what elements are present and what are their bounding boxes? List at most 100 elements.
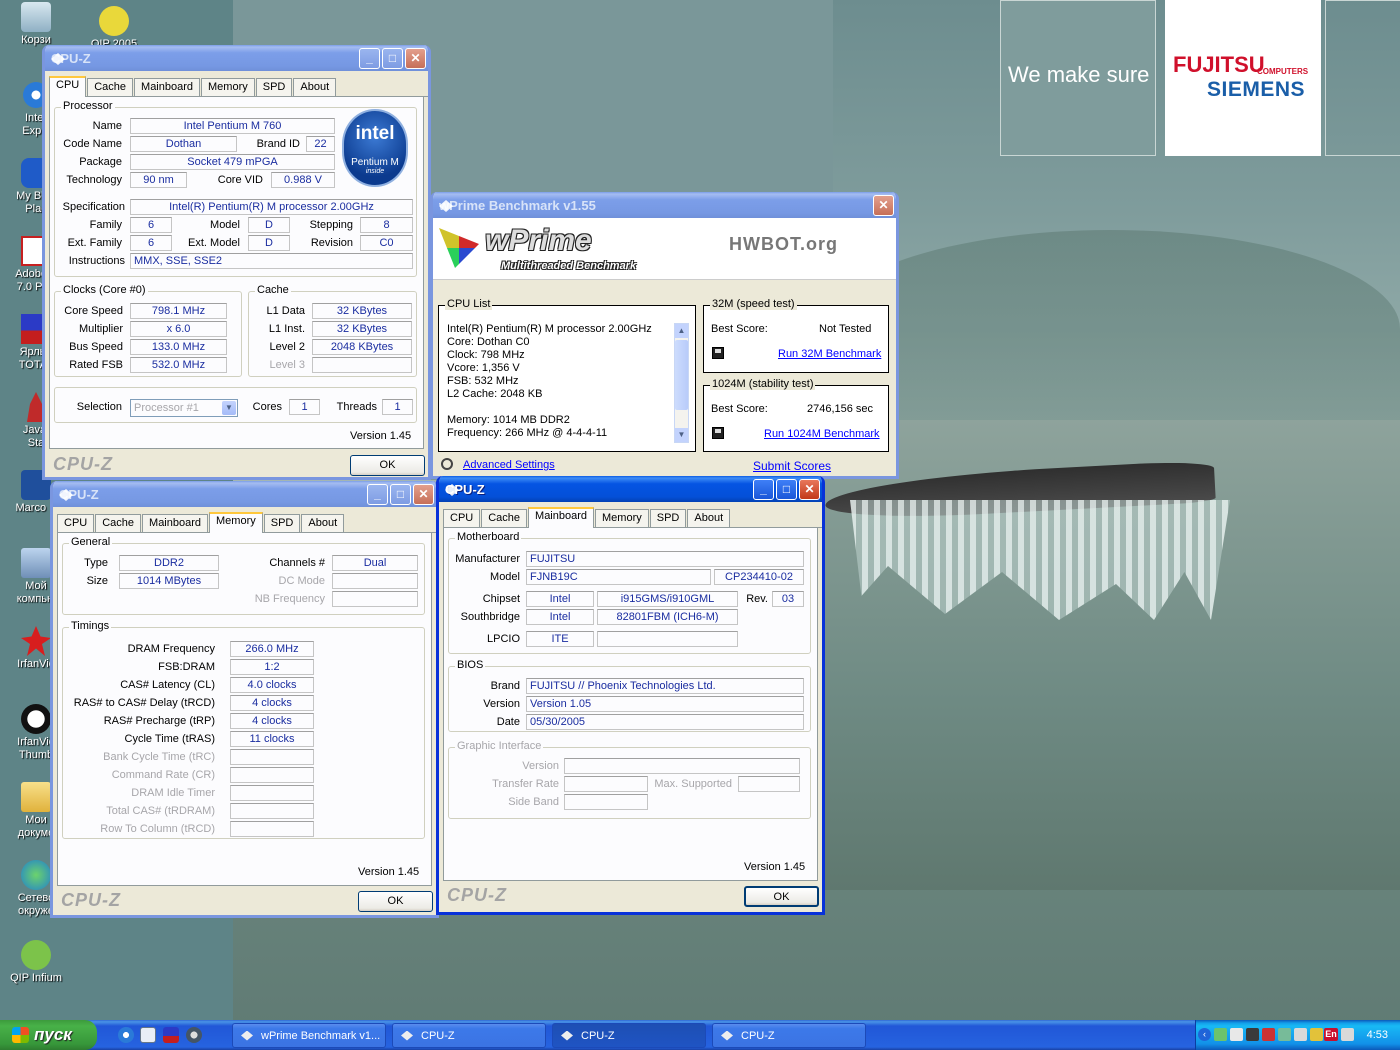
tray-expand-icon[interactable]: ‹: [1198, 1028, 1211, 1041]
minimize-button[interactable]: _: [367, 483, 388, 505]
lpcio-vendor-value: ITE: [526, 631, 594, 647]
run-32m-link[interactable]: Run 32M Benchmark: [778, 348, 881, 360]
language-indicator[interactable]: En: [1324, 1028, 1338, 1041]
tab-memory[interactable]: Memory: [595, 509, 649, 527]
tab-cache[interactable]: Cache: [87, 78, 134, 96]
tab-memory[interactable]: Memory: [201, 78, 255, 96]
close-button[interactable]: ✕: [873, 194, 894, 216]
level-3-value: [312, 357, 412, 373]
tab-about[interactable]: About: [301, 514, 345, 532]
title-bar[interactable]: CPU-Z _ □ ✕: [439, 476, 822, 502]
tab-spd[interactable]: SPD: [649, 509, 687, 527]
tab-cpu[interactable]: CPU: [49, 76, 87, 97]
tray-app-icon[interactable]: [1214, 1028, 1227, 1041]
l1-inst-label: L1 Inst.: [268, 323, 305, 335]
tray-app-icon[interactable]: [1294, 1028, 1307, 1041]
group-legend: Clocks (Core #0): [61, 284, 148, 296]
scroll-down-icon[interactable]: ▼: [675, 428, 688, 442]
rated-fsb-value: 532.0 MHz: [130, 357, 227, 373]
tray-app-icon[interactable]: [1262, 1028, 1275, 1041]
close-button[interactable]: ✕: [413, 483, 434, 505]
ok-button[interactable]: OK: [350, 455, 425, 476]
maximize-button[interactable]: □: [776, 478, 797, 500]
stability-test-group: 1024M (stability test): [703, 378, 889, 452]
floppy-save-icon[interactable]: [712, 427, 724, 439]
cpu-list-line: [447, 401, 672, 414]
tab-mainboard[interactable]: Mainboard: [142, 514, 209, 532]
tab-spd[interactable]: SPD: [263, 514, 301, 532]
ok-button[interactable]: OK: [358, 891, 433, 912]
speed-test-group: 32M (speed test): [703, 298, 889, 373]
advanced-settings-link[interactable]: Advanced Settings: [463, 459, 555, 471]
tab-about[interactable]: About: [293, 78, 337, 96]
cpuz-cpu-window: CPU-Z _ □ ✕ CPU Cache Mainboard Memory S…: [42, 45, 431, 480]
instructions-label: Instructions: [68, 255, 125, 267]
hwbot-logo[interactable]: HWBOT.org: [729, 234, 838, 255]
timing-value: [230, 803, 314, 819]
timing-label: Command Rate (CR): [111, 769, 215, 781]
start-button[interactable]: пуск: [0, 1020, 97, 1050]
minimize-button[interactable]: _: [359, 47, 380, 69]
tab-cache[interactable]: Cache: [481, 509, 528, 527]
timing-value: 11 clocks: [230, 731, 314, 747]
clock[interactable]: 4:53: [1367, 1029, 1388, 1041]
maximize-button[interactable]: □: [382, 47, 403, 69]
cpu-list-text[interactable]: Intel(R) Pentium(R) M processor 2.00GHz …: [447, 323, 672, 445]
title-bar[interactable]: CPU-Z _ □ ✕: [53, 481, 436, 507]
maximize-button[interactable]: □: [390, 483, 411, 505]
tab-spd[interactable]: SPD: [255, 78, 293, 96]
tab-cpu[interactable]: CPU: [57, 514, 95, 532]
cpu-list-line: Memory: 1014 MB DDR2: [447, 414, 570, 426]
minimize-button[interactable]: _: [753, 478, 774, 500]
media-player-icon[interactable]: [186, 1027, 202, 1043]
tab-about[interactable]: About: [687, 509, 731, 527]
stability-best-label: Best Score:: [711, 403, 768, 415]
southbridge-label: Southbridge: [460, 611, 520, 623]
title-bar[interactable]: CPU-Z _ □ ✕: [45, 45, 428, 71]
wireless-icon[interactable]: [1230, 1028, 1243, 1041]
close-button[interactable]: ✕: [799, 478, 820, 500]
taskbar-task-cpuz[interactable]: CPU-Z: [392, 1023, 546, 1048]
show-desktop-icon[interactable]: [140, 1027, 156, 1043]
taskbar-task-cpuz-active[interactable]: CPU-Z: [552, 1023, 706, 1048]
close-button[interactable]: ✕: [405, 47, 426, 69]
chipset-vendor-value: Intel: [526, 591, 594, 607]
tab-cpu[interactable]: CPU: [443, 509, 481, 527]
channels-label: Channels #: [269, 557, 325, 569]
l1-data-label: L1 Data: [266, 305, 305, 317]
title-bar[interactable]: wPrime Benchmark v1.55 ✕: [433, 192, 896, 218]
taskbar-task-wprime[interactable]: wPrime Benchmark v1...: [232, 1023, 386, 1048]
desktop-icon-label: Мои докуме: [17, 814, 55, 839]
cpu-list-line: Core: Dothan C0: [447, 336, 530, 348]
volume-icon[interactable]: [1341, 1028, 1354, 1041]
qip-infium-icon: [21, 940, 51, 970]
desktop-icon-recycle-bin[interactable]: Корзи: [0, 2, 72, 47]
processor-select[interactable]: Processor #1 ▼: [130, 399, 238, 417]
tab-memory[interactable]: Memory: [209, 512, 263, 533]
tab-mainboard[interactable]: Mainboard: [528, 507, 595, 528]
package-value: Socket 479 mPGA: [130, 154, 335, 170]
ok-button[interactable]: OK: [744, 886, 819, 907]
timing-label: DRAM Idle Timer: [131, 787, 215, 799]
cpu-list-scrollbar[interactable]: ▲ ▼: [674, 323, 689, 443]
scroll-up-icon[interactable]: ▲: [675, 324, 688, 338]
submit-scores-link[interactable]: Submit Scores: [753, 459, 831, 473]
version-label: Version 1.45: [350, 430, 412, 442]
window-title: wPrime Benchmark v1.55: [439, 197, 596, 213]
tab-cache[interactable]: Cache: [95, 514, 142, 532]
tray-app-icon[interactable]: [1310, 1028, 1323, 1041]
total-commander-icon[interactable]: [163, 1027, 179, 1043]
tab-mainboard[interactable]: Mainboard: [134, 78, 201, 96]
tray-app-icon[interactable]: [1246, 1028, 1259, 1041]
taskbar-task-cpuz[interactable]: CPU-Z: [712, 1023, 866, 1048]
tray-app-icon[interactable]: [1278, 1028, 1291, 1041]
desktop-icon-qip-infium[interactable]: QIP Infium: [0, 940, 72, 985]
fujitsu-logo: FUJITSU: [1173, 52, 1265, 77]
timing-value: [230, 821, 314, 837]
cpuz-mainboard-window: CPU-Z _ □ ✕ CPU Cache Mainboard Memory S…: [436, 476, 825, 915]
scroll-thumb[interactable]: [675, 340, 688, 410]
internet-explorer-icon[interactable]: [118, 1027, 134, 1043]
type-value: DDR2: [119, 555, 219, 571]
run-1024m-link[interactable]: Run 1024M Benchmark: [764, 428, 880, 440]
floppy-save-icon[interactable]: [712, 347, 724, 359]
